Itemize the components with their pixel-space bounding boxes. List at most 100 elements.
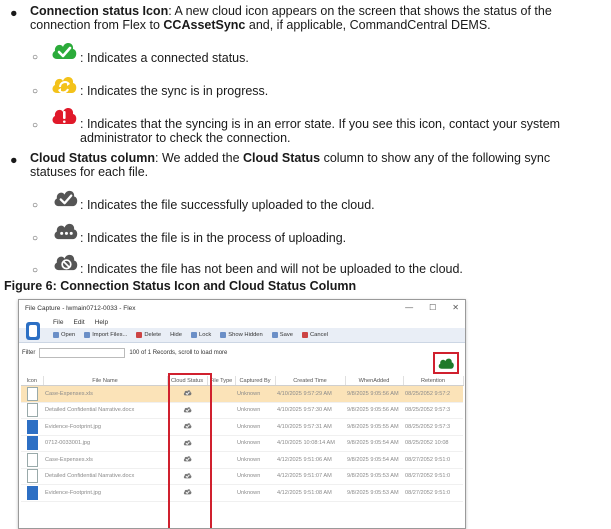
- when-added-cell: 9/8/2025 9:05:53 AM: [345, 468, 403, 485]
- open-button[interactable]: Open: [53, 332, 75, 338]
- document-file-icon: [26, 403, 38, 418]
- table-row[interactable]: Evidence-Footprint.jpg Unknown 4/12/2025 9…: [21, 484, 463, 502]
- minimize-button[interactable]: —: [405, 303, 413, 312]
- window-titlebar: File Capture - lwmain0712-0033 - Flex — …: [19, 300, 465, 317]
- column-header[interactable]: WhenAdded: [345, 376, 404, 386]
- para-text: : We added the: [155, 151, 244, 165]
- cloud-uploaded-icon: [183, 440, 192, 448]
- table-row[interactable]: Detailed Confidential Narrative.docx Unkn…: [21, 402, 463, 419]
- cloud-error-red-icon: [50, 104, 78, 126]
- file-type-cell: [21, 468, 43, 485]
- sub-bullet: ○: [32, 265, 39, 276]
- column-header[interactable]: Icon: [21, 376, 44, 386]
- column-header[interactable]: File Type: [207, 376, 236, 386]
- retention-cell: 08/25/2052 9:57:3: [403, 418, 463, 436]
- column-header[interactable]: Captured By: [235, 376, 276, 386]
- cloud-status-cell: [167, 484, 207, 502]
- cloud-uploaded-icon: [183, 489, 192, 497]
- cloud-uploaded-icon: [183, 423, 192, 431]
- term-cloud-status: Cloud Status: [243, 151, 321, 165]
- lock-button[interactable]: Lock: [191, 332, 211, 338]
- created-time-cell: 4/12/2025 9:51:07 AM: [275, 468, 345, 485]
- file-type-text-cell: [207, 385, 235, 403]
- file-capture-window: File Capture - lwmain0712-0033 - Flex — …: [18, 299, 466, 529]
- item-blocked-text: : Indicates the file has not been and wi…: [80, 262, 463, 276]
- import-files-button[interactable]: Import Files...: [84, 332, 127, 338]
- cloud-blocked-gray-icon: [52, 251, 79, 272]
- file-name-cell: Case-Expenses.xls: [43, 451, 167, 469]
- created-time-cell: 4/12/2025 9:51:06 AM: [275, 451, 345, 469]
- para-text: and, if applicable, CommandCentral DEMS.: [245, 18, 491, 32]
- image-file-icon: [26, 419, 38, 434]
- lock-label: Lock: [199, 332, 212, 338]
- show-hidden-label: Show Hidden: [228, 332, 263, 338]
- menu-help[interactable]: Help: [95, 319, 108, 326]
- cloud-status-cell: [167, 451, 207, 469]
- file-name-cell: 0712-0033001.jpg: [43, 435, 167, 452]
- table-row[interactable]: Case-Expenses.xls Unknown 4/10/2025 9:57:2…: [21, 385, 463, 403]
- column-header[interactable]: Retention: [403, 376, 464, 386]
- retention-cell: 08/27/2052 9:51:0: [403, 451, 463, 469]
- table-body: Case-Expenses.xls Unknown 4/10/2025 9:57:2…: [21, 385, 463, 502]
- column-header[interactable]: Created Time: [275, 376, 346, 386]
- file-type-text-cell: [207, 484, 235, 502]
- file-type-cell: [21, 402, 43, 419]
- retention-cell: 08/27/2052 9:51:0: [403, 468, 463, 485]
- save-button[interactable]: Save: [271, 332, 293, 338]
- delete-icon: [136, 332, 143, 338]
- records-count: 100 of 1 Records, scroll to load more: [129, 350, 228, 356]
- retention-cell: 08/27/2052 9:51:0: [403, 484, 463, 502]
- item-sync-text: : Indicates the sync is in progress.: [80, 84, 269, 98]
- created-time-cell: 4/12/2025 9:51:08 AM: [275, 484, 345, 502]
- file-name-cell: Evidence-Footprint.jpg: [43, 484, 167, 502]
- table-header: Icon File Name Cloud Status File Type Captur…: [21, 376, 464, 386]
- delete-button[interactable]: Delete: [136, 332, 161, 338]
- file-type-text-cell: [207, 468, 235, 485]
- captured-by-cell: Unknown: [235, 418, 275, 436]
- cloud-uploaded-icon: [183, 390, 192, 398]
- cloud-status-cell: [167, 402, 207, 419]
- app-logo-icon: [26, 322, 40, 340]
- sub-bullet: ○: [32, 86, 39, 97]
- term-cloud-status-column: Cloud Status column: [30, 151, 155, 165]
- term-connection-status-icon: Connection status Icon: [30, 4, 169, 18]
- delete-label: Delete: [144, 332, 162, 338]
- retention-cell: 08/25/2052 9:57:2: [403, 385, 463, 403]
- cancel-button[interactable]: Cancel: [301, 332, 328, 338]
- created-time-cell: 4/10/2025 9:57:31 AM: [275, 418, 345, 436]
- table-row[interactable]: 0712-0033001.jpg Unknown 4/10/2025 10:08:1…: [21, 435, 463, 452]
- sub-bullet: ○: [32, 120, 39, 131]
- when-added-cell: 9/8/2025 9:05:54 AM: [345, 435, 403, 452]
- cloud-uploaded-icon: [183, 473, 192, 481]
- item-uploading-text: : Indicates the file is in the process o…: [80, 231, 347, 245]
- menu-edit[interactable]: Edit: [73, 319, 84, 326]
- close-button[interactable]: ✕: [452, 303, 459, 312]
- sub-bullet: ○: [32, 200, 39, 211]
- connection-status-button[interactable]: [433, 352, 459, 374]
- document-file-icon: [26, 452, 38, 467]
- file-table: Icon File Name Cloud Status File Type Captur…: [21, 376, 464, 502]
- show-hidden-button[interactable]: Show Hidden: [220, 332, 263, 338]
- when-added-cell: 9/8/2025 9:05:55 AM: [345, 418, 403, 436]
- column-header[interactable]: File Name: [43, 376, 168, 386]
- captured-by-cell: Unknown: [235, 435, 275, 452]
- cloud-uploading-gray-icon: [52, 220, 79, 241]
- table-row[interactable]: Detailed Confidential Narrative.docx Unkn…: [21, 468, 463, 485]
- cloud-status-cell: [167, 418, 207, 436]
- cloud-status-cell: [167, 385, 207, 403]
- maximize-button[interactable]: ☐: [429, 303, 436, 312]
- when-added-cell: 9/8/2025 9:05:53 AM: [345, 484, 403, 502]
- table-row[interactable]: Case-Expenses.xls Unknown 4/12/2025 9:51:0…: [21, 451, 463, 469]
- created-time-cell: 4/10/2025 9:57:29 AM: [275, 385, 345, 403]
- document-file-icon: [26, 386, 38, 401]
- column-header[interactable]: Cloud Status: [167, 376, 208, 386]
- table-row[interactable]: Evidence-Footprint.jpg Unknown 4/10/2025 9…: [21, 418, 463, 436]
- file-type-cell: [21, 484, 43, 502]
- captured-by-cell: Unknown: [235, 484, 275, 502]
- filter-input[interactable]: [39, 348, 126, 358]
- cloud-check-gray-icon: [52, 187, 79, 208]
- menu-file[interactable]: File: [53, 319, 63, 326]
- item-error-text: : Indicates that the syncing is in an er…: [80, 117, 561, 145]
- hide-button[interactable]: Hide: [170, 332, 182, 338]
- filter-row: Filter 100 of 1 Records, scroll to load …: [19, 346, 465, 360]
